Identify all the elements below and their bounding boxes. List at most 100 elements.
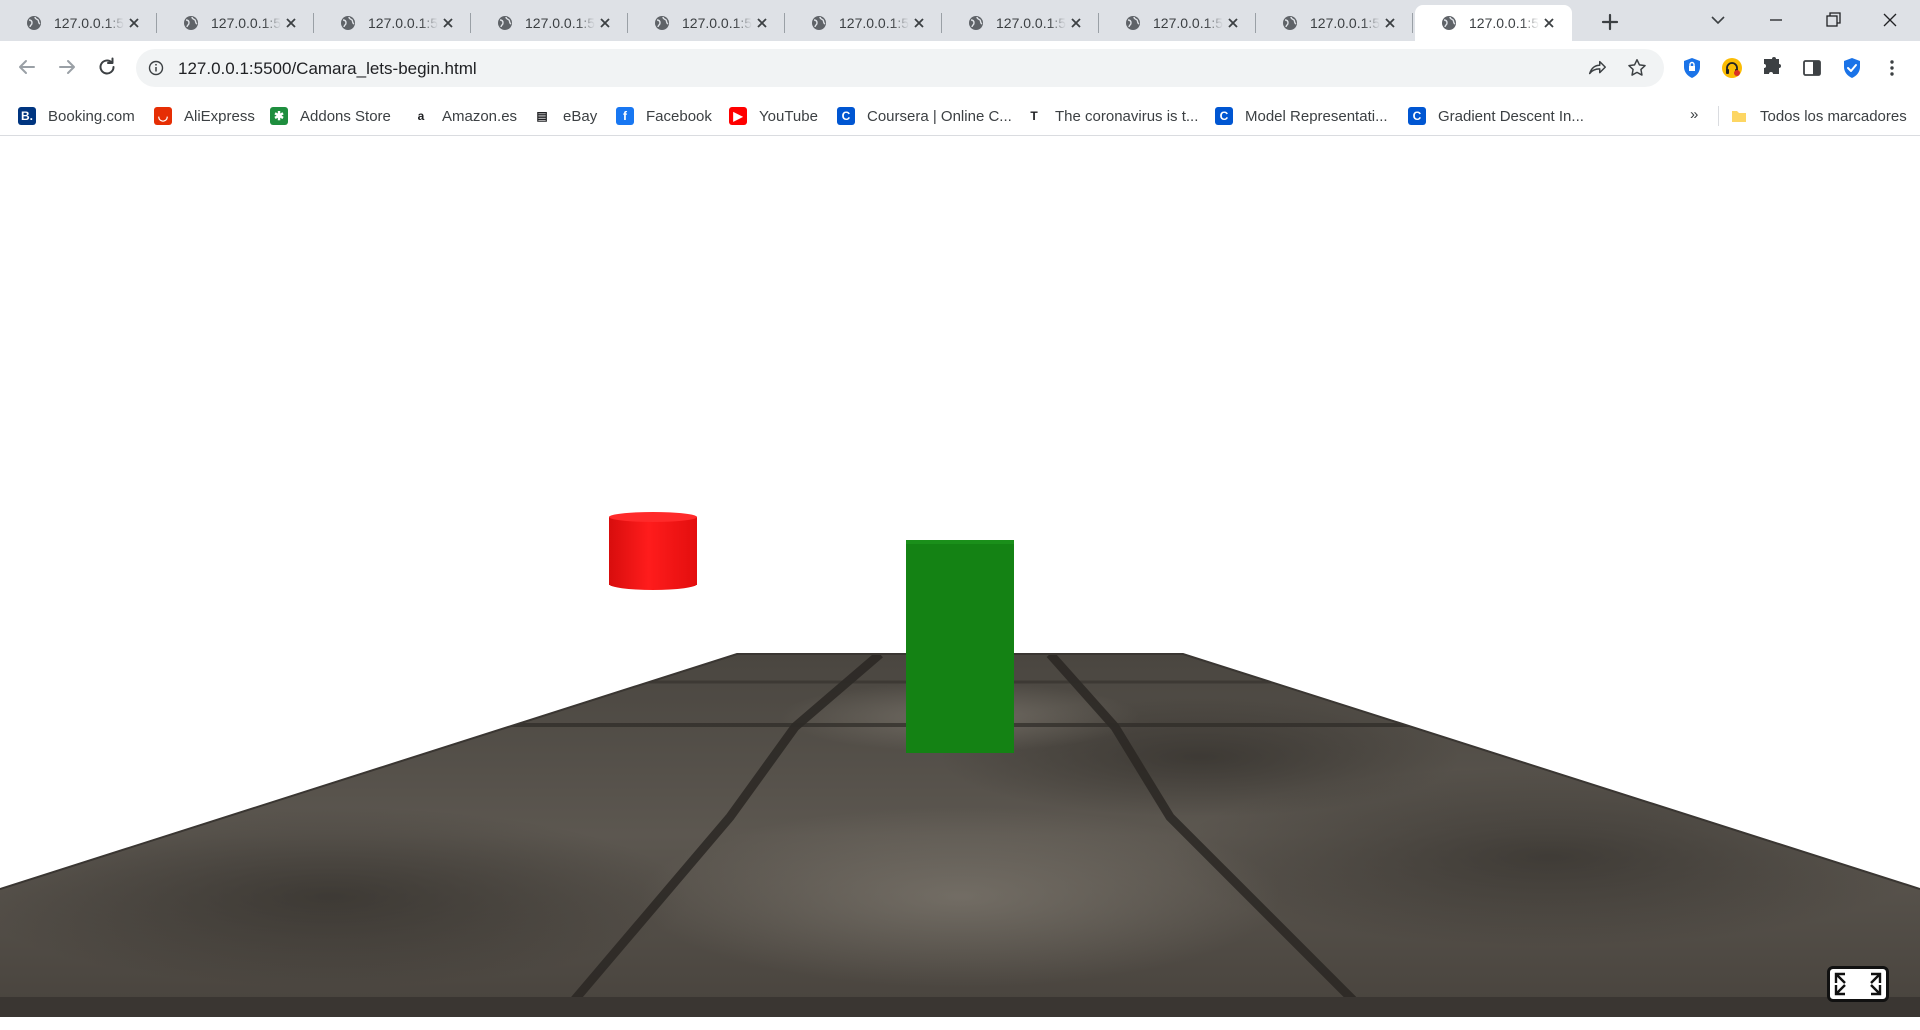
bookmark-item[interactable]: C Model Representati... bbox=[1215, 104, 1388, 128]
close-tab-icon[interactable] bbox=[1381, 14, 1399, 32]
tab[interactable]: 127.0.0.1:5500/Camara_lets-begin.html bbox=[1256, 5, 1413, 41]
all-bookmarks-folder[interactable]: Todos los marcadores bbox=[1730, 104, 1907, 128]
close-tab-icon[interactable] bbox=[1540, 14, 1558, 32]
bookmark-item[interactable]: C Coursera | Online C... bbox=[837, 104, 1012, 128]
tab-title: 127.0.0.1:5500/Camara_lets-begin.html bbox=[368, 15, 438, 31]
tab-strip: 127.0.0.1:5500/Camara_lets-begin.html 127… bbox=[0, 0, 1920, 41]
close-tab-icon[interactable] bbox=[596, 14, 614, 32]
tab[interactable]: 127.0.0.1:5500/Camara_lets-begin.html bbox=[1099, 5, 1256, 41]
tab[interactable]: 127.0.0.1:5500/Camara_lets-begin.html bbox=[314, 5, 471, 41]
tab-title: 127.0.0.1:5500/Camara_lets-begin.html bbox=[525, 15, 595, 31]
amazon-icon: a bbox=[412, 107, 430, 125]
tab[interactable]: 127.0.0.1:5500/Camara_lets-begin.html bbox=[0, 5, 157, 41]
globe-icon bbox=[341, 16, 355, 30]
threejs-canvas[interactable] bbox=[0, 137, 1920, 1030]
password-manager-extension-icon[interactable] bbox=[1680, 56, 1704, 80]
address-bar[interactable]: 127.0.0.1:5500/Camara_lets-begin.html bbox=[136, 49, 1664, 87]
all-bookmarks-label: Todos los marcadores bbox=[1760, 107, 1907, 125]
tab-title: 127.0.0.1:5500/Camara_lets-begin.html bbox=[1310, 15, 1380, 31]
red-cylinder bbox=[609, 512, 697, 590]
youtube-icon: ▶ bbox=[729, 107, 747, 125]
fullscreen-button[interactable] bbox=[1827, 966, 1889, 1002]
bookmark-item[interactable]: T The coronavirus is t... bbox=[1025, 104, 1198, 128]
globe-icon bbox=[812, 16, 826, 30]
tab[interactable]: 127.0.0.1:5500/Camara_lets-begin.html bbox=[942, 5, 1099, 41]
bookmark-item[interactable]: ▤ eBay bbox=[533, 104, 597, 128]
bookmark-label: Facebook bbox=[646, 107, 712, 125]
tab[interactable]: 127.0.0.1:5500/Camara_lets-begin.html bbox=[157, 5, 314, 41]
coursera-icon: C bbox=[1215, 107, 1233, 125]
addons-store-icon: ✱ bbox=[270, 107, 288, 125]
bookmark-label: Addons Store bbox=[300, 107, 391, 125]
bookmark-label: Gradient Descent In... bbox=[1438, 107, 1584, 125]
bookmark-item[interactable]: f Facebook bbox=[616, 104, 712, 128]
folder-icon bbox=[1732, 111, 1746, 122]
tab-title: 127.0.0.1:5500/Camara_lets-begin.html bbox=[1469, 15, 1539, 31]
bookmark-label: Booking.com bbox=[48, 107, 135, 125]
forward-icon[interactable] bbox=[55, 55, 79, 79]
close-tab-icon[interactable] bbox=[125, 14, 143, 32]
ebay-icon: ▤ bbox=[533, 107, 551, 125]
bookmark-item[interactable]: ◡ AliExpress bbox=[154, 104, 255, 128]
bookmark-label: YouTube bbox=[759, 107, 818, 125]
bookmarks-bar: B. Booking.com ◡ AliExpress ✱ Addons Store a Am… bbox=[0, 96, 1920, 136]
site-info-icon[interactable] bbox=[148, 60, 164, 76]
green-box bbox=[906, 540, 1014, 753]
shield-check-extension-icon[interactable] bbox=[1840, 56, 1864, 80]
tab[interactable]: 127.0.0.1:5500/Camara_lets-begin.html bbox=[471, 5, 628, 41]
tab-title: 127.0.0.1:5500/Camara_lets-begin.html bbox=[996, 15, 1066, 31]
tab-title: 127.0.0.1:5500/Camara_lets-begin.html bbox=[839, 15, 909, 31]
bookmark-item[interactable]: ▶ YouTube bbox=[729, 104, 818, 128]
tab-title: 127.0.0.1:5500/Camara_lets-begin.html bbox=[682, 15, 752, 31]
headphones-extension-icon[interactable] bbox=[1720, 56, 1744, 80]
tab-title: 127.0.0.1:5500/Camara_lets-begin.html bbox=[1153, 15, 1223, 31]
tab-separator bbox=[1412, 13, 1413, 33]
tab-title: 127.0.0.1:5500/Camara_lets-begin.html bbox=[211, 15, 281, 31]
tab[interactable]: 127.0.0.1:5500/Camara_lets-begin.html bbox=[628, 5, 785, 41]
reload-icon[interactable] bbox=[95, 55, 119, 79]
coursera-icon: C bbox=[837, 107, 855, 125]
back-icon[interactable] bbox=[15, 55, 39, 79]
bookmark-label: Amazon.es bbox=[442, 107, 518, 125]
more-menu-icon[interactable] bbox=[1880, 56, 1904, 80]
tab-search-icon[interactable] bbox=[1706, 8, 1730, 32]
close-tab-icon[interactable] bbox=[910, 14, 928, 32]
share-icon[interactable] bbox=[1586, 57, 1608, 79]
extensions-puzzle-icon[interactable] bbox=[1760, 56, 1784, 80]
close-window-icon[interactable] bbox=[1878, 8, 1902, 32]
close-tab-icon[interactable] bbox=[1224, 14, 1242, 32]
globe-icon bbox=[184, 16, 198, 30]
minimize-icon[interactable] bbox=[1764, 8, 1788, 32]
bookmarks-overflow-button[interactable]: » bbox=[1690, 106, 1698, 123]
close-tab-icon[interactable] bbox=[439, 14, 457, 32]
expand-icon bbox=[1834, 972, 1882, 996]
tab-title: 127.0.0.1:5500/Camara_lets-begin.html bbox=[54, 15, 124, 31]
side-panel-icon[interactable] bbox=[1800, 56, 1824, 80]
bookmark-item[interactable]: B. Booking.com bbox=[18, 104, 135, 128]
globe-icon bbox=[1442, 16, 1456, 30]
tab[interactable]: 127.0.0.1:5500/Camara_lets-begin.html bbox=[785, 5, 942, 41]
bookmark-label: AliExpress bbox=[184, 107, 255, 125]
globe-icon bbox=[1126, 16, 1140, 30]
globe-icon bbox=[498, 16, 512, 30]
news-icon: T bbox=[1025, 107, 1043, 125]
tab-active[interactable]: 127.0.0.1:5500/Camara_lets-begin.html bbox=[1415, 5, 1572, 41]
aliexpress-icon: ◡ bbox=[154, 107, 172, 125]
facebook-icon: f bbox=[616, 107, 634, 125]
bookmark-star-icon[interactable] bbox=[1626, 57, 1648, 79]
close-tab-icon[interactable] bbox=[753, 14, 771, 32]
close-tab-icon[interactable] bbox=[282, 14, 300, 32]
coursera-icon: C bbox=[1408, 107, 1426, 125]
restore-icon[interactable] bbox=[1821, 8, 1845, 32]
url-text[interactable]: 127.0.0.1:5500/Camara_lets-begin.html bbox=[178, 59, 477, 79]
bookmark-item[interactable]: ✱ Addons Store bbox=[270, 104, 391, 128]
browser-toolbar: 127.0.0.1:5500/Camara_lets-begin.html bbox=[0, 41, 1920, 96]
bookmark-item[interactable]: C Gradient Descent In... bbox=[1408, 104, 1584, 128]
new-tab-icon[interactable] bbox=[1598, 10, 1622, 34]
globe-icon bbox=[27, 16, 41, 30]
globe-icon bbox=[655, 16, 669, 30]
close-tab-icon[interactable] bbox=[1067, 14, 1085, 32]
bookmark-item[interactable]: a Amazon.es bbox=[412, 104, 517, 128]
bookmark-label: eBay bbox=[563, 107, 598, 125]
globe-icon bbox=[1283, 16, 1297, 30]
